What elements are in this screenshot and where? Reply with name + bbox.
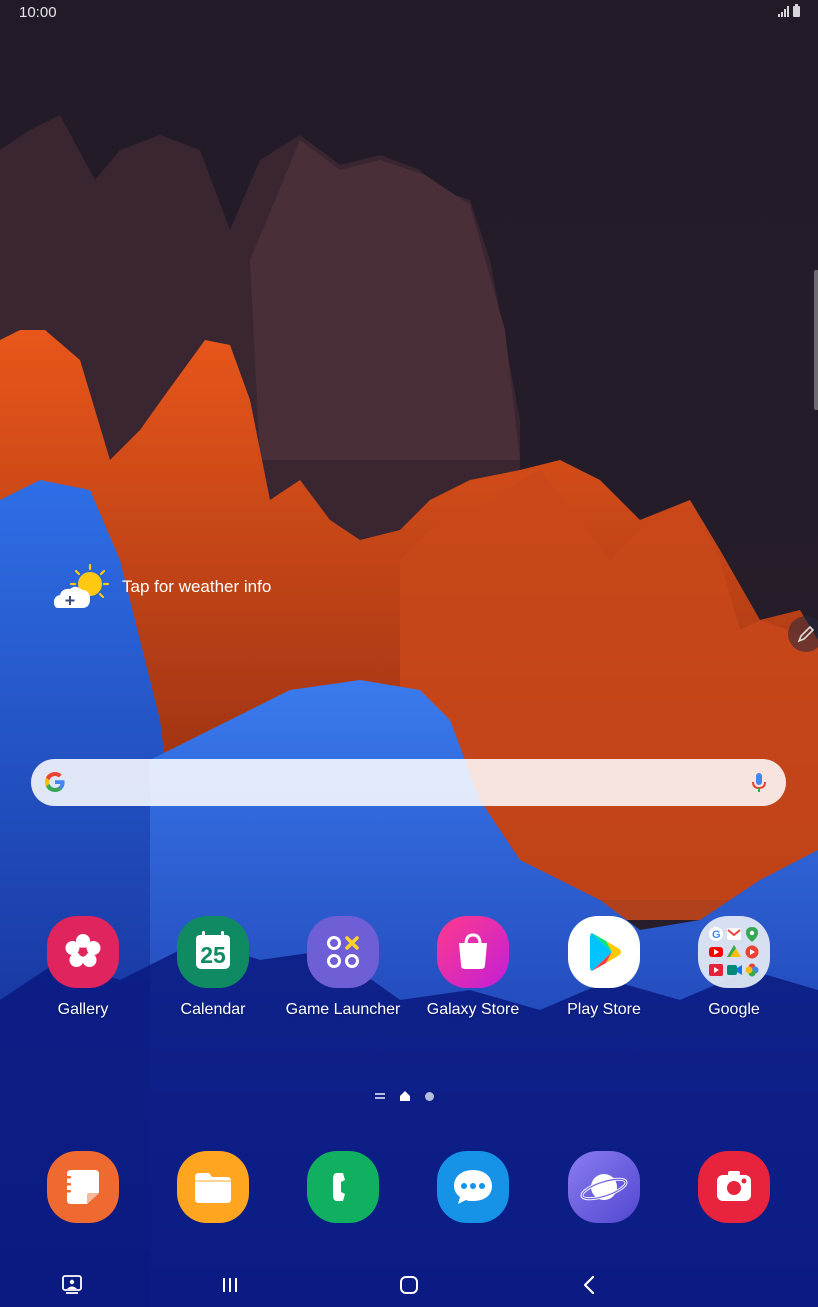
weather-widget[interactable]: Tap for weather info <box>52 562 271 612</box>
pen-icon <box>797 625 815 643</box>
internet-planet-icon <box>568 1151 640 1223</box>
wallpaper <box>0 0 818 1307</box>
google-search-bar[interactable] <box>31 759 786 806</box>
play-store-icon <box>568 916 640 988</box>
page-dot-icon[interactable] <box>425 1091 434 1101</box>
dock-app-phone[interactable] <box>283 1151 403 1223</box>
calendar-day: 25 <box>200 942 226 968</box>
app-galaxy-store[interactable]: Galaxy Store <box>413 916 533 1019</box>
app-gallery[interactable]: Gallery <box>23 916 143 1019</box>
status-bar: 10:00 <box>0 0 818 26</box>
dock-app-messages[interactable] <box>413 1151 533 1223</box>
folder-google[interactable]: G Google <box>674 916 794 1019</box>
app-label: Galaxy Store <box>426 1001 520 1018</box>
dock-app-my-files[interactable] <box>153 1151 273 1223</box>
phone-icon <box>307 1151 379 1223</box>
messages-icon <box>437 1151 509 1223</box>
app-label: Gallery <box>57 1001 109 1018</box>
status-icons <box>778 4 800 17</box>
back-icon[interactable] <box>574 1272 604 1298</box>
app-label: Play Store <box>567 1001 641 1018</box>
status-time: 10:00 <box>19 4 57 21</box>
screenshot-icon[interactable] <box>57 1272 87 1298</box>
app-play-store[interactable]: Play Store <box>544 916 664 1019</box>
shopping-bag-icon <box>437 916 509 988</box>
signal-icon <box>778 5 789 17</box>
battery-icon <box>793 4 800 17</box>
dock-app-notes[interactable] <box>23 1151 143 1223</box>
home-page-icon[interactable] <box>399 1090 411 1102</box>
svg-text:G: G <box>712 929 721 941</box>
google-g-icon <box>45 772 65 792</box>
edge-panel-handle[interactable] <box>814 270 818 410</box>
dock-app-screen-recorder[interactable] <box>674 1151 794 1223</box>
weather-sun-cloud-icon <box>54 563 110 608</box>
navigation-bar <box>0 1262 818 1307</box>
page-lines-icon[interactable] <box>375 1093 385 1099</box>
recent-apps-icon[interactable] <box>216 1272 246 1298</box>
app-calendar[interactable]: 25 Calendar <box>153 916 273 1019</box>
app-game-launcher[interactable]: Game Launcher <box>283 916 403 1019</box>
dock-app-internet[interactable] <box>544 1151 664 1223</box>
google-folder-icon: G <box>698 916 770 988</box>
notes-icon <box>47 1151 119 1223</box>
my-files-folder-icon <box>177 1151 249 1223</box>
home-button-icon[interactable] <box>394 1272 424 1298</box>
page-indicator[interactable] <box>375 1089 434 1103</box>
game-launcher-icon <box>307 916 379 988</box>
app-label: Google <box>708 1001 760 1018</box>
pen-shortcut-button[interactable] <box>788 616 818 652</box>
mic-icon[interactable] <box>749 771 769 795</box>
gallery-flower-icon <box>47 916 119 988</box>
app-label: Calendar <box>180 1001 246 1018</box>
weather-label: Tap for weather info <box>122 577 272 596</box>
app-label: Game Launcher <box>285 1001 401 1018</box>
screen-recorder-icon <box>698 1151 770 1223</box>
calendar-icon: 25 <box>177 916 249 988</box>
